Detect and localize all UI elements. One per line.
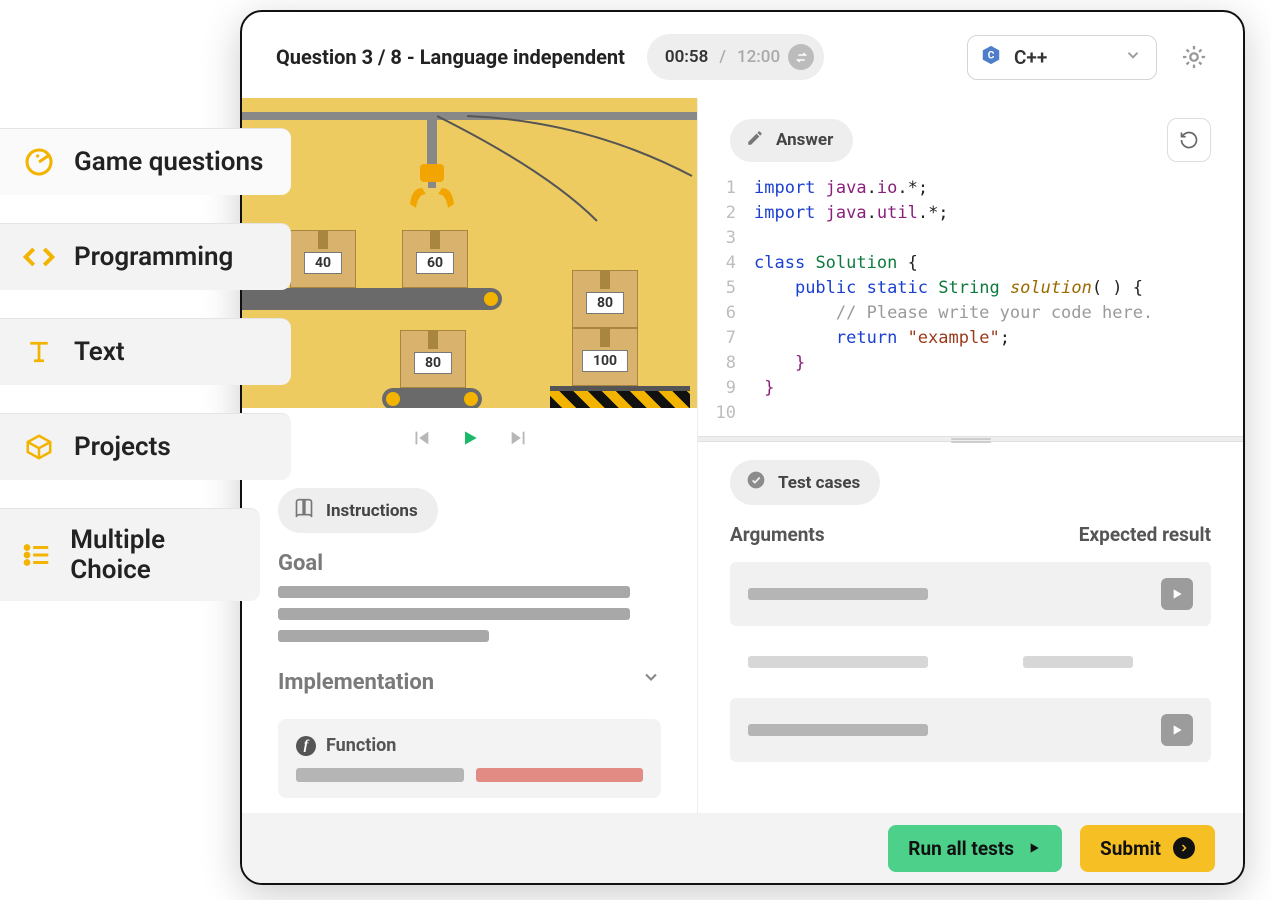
instructions-label: Instructions — [326, 501, 418, 521]
category-label: Projects — [74, 432, 171, 462]
code-editor[interactable]: 1import java.io.*;2import java.util.*;34… — [698, 170, 1243, 436]
submit-label: Submit — [1100, 837, 1161, 860]
timer[interactable]: 00:58 / 12:00 — [647, 34, 824, 80]
category-label: Game questions — [74, 147, 263, 177]
box: 80 — [572, 270, 638, 328]
question-label: Question 3 / 8 - Language independent — [276, 45, 625, 69]
skip-back-icon[interactable] — [410, 427, 432, 449]
category-game-questions[interactable]: Game questions — [0, 128, 291, 195]
submit-button[interactable]: Submit — [1080, 825, 1215, 872]
testcase-row[interactable] — [730, 698, 1211, 762]
category-label: Multiple Choice — [70, 525, 232, 585]
instructions-tab[interactable]: Instructions — [278, 488, 438, 533]
col-expected: Expected result — [1079, 523, 1211, 546]
category-multiple-choice[interactable]: Multiple Choice — [0, 508, 260, 601]
answer-label: Answer — [776, 130, 833, 150]
category-list: Game questions Programming Text Projects… — [0, 128, 291, 601]
run-all-tests-button[interactable]: Run all tests — [888, 825, 1062, 872]
function-icon: f — [296, 736, 316, 756]
timer-max: 12:00 — [737, 47, 780, 67]
swap-icon[interactable] — [788, 44, 814, 70]
run-testcase-button[interactable] — [1161, 714, 1193, 746]
book-icon — [294, 498, 314, 523]
play-icon[interactable] — [460, 428, 480, 448]
cpp-icon: C — [980, 44, 1002, 71]
check-circle-icon — [746, 470, 766, 495]
run-label: Run all tests — [908, 837, 1014, 860]
text-placeholder — [278, 586, 630, 598]
svg-text:C: C — [988, 50, 995, 61]
chevron-down-icon — [641, 667, 661, 691]
implementation-heading: Implementation — [278, 670, 434, 695]
text-placeholder — [278, 608, 630, 620]
text-placeholder — [278, 630, 489, 642]
timer-elapsed: 00:58 — [665, 47, 708, 67]
goal-heading: Goal — [278, 551, 661, 576]
timer-separator: / — [719, 47, 726, 67]
text-icon — [22, 335, 56, 369]
animation-controls — [242, 408, 697, 468]
text-placeholder — [1023, 656, 1133, 668]
skip-forward-icon[interactable] — [508, 427, 530, 449]
chevron-right-icon — [1173, 837, 1195, 859]
list-icon — [22, 538, 52, 572]
implementation-toggle[interactable]: Implementation — [278, 652, 661, 705]
testcases-tab[interactable]: Test cases — [730, 460, 880, 505]
pencil-icon — [746, 129, 764, 152]
app-header: Question 3 / 8 - Language independent 00… — [242, 12, 1243, 98]
left-pane: 40 60 80 80 100 Instructions Goal — [242, 98, 697, 813]
category-programming[interactable]: Programming — [0, 223, 291, 290]
box: 100 — [572, 328, 638, 386]
col-arguments: Arguments — [730, 523, 825, 546]
box-icon — [22, 430, 56, 464]
reset-button[interactable] — [1167, 118, 1211, 162]
app-footer: Run all tests Submit — [242, 813, 1243, 883]
box: 60 — [402, 230, 468, 288]
text-placeholder — [748, 724, 928, 736]
text-placeholder — [748, 656, 928, 668]
category-label: Programming — [74, 242, 233, 272]
chevron-down-icon — [1124, 46, 1142, 69]
testcases-label: Test cases — [778, 473, 860, 493]
pacman-icon — [22, 145, 56, 179]
testcase-row — [730, 640, 1211, 684]
testcase-row[interactable] — [730, 562, 1211, 626]
app-window: Question 3 / 8 - Language independent 00… — [240, 10, 1245, 885]
category-projects[interactable]: Projects — [0, 413, 291, 480]
code-icon — [22, 240, 56, 274]
language-label: C++ — [1014, 46, 1047, 69]
text-placeholder — [748, 588, 928, 600]
right-pane: Answer 1import java.io.*;2import java.ut… — [697, 98, 1243, 813]
category-text[interactable]: Text — [0, 318, 291, 385]
run-testcase-button[interactable] — [1161, 578, 1193, 610]
answer-tab[interactable]: Answer — [730, 119, 853, 162]
box: 40 — [290, 230, 356, 288]
language-select[interactable]: C C++ — [967, 35, 1157, 80]
box: 80 — [400, 330, 466, 388]
animation-canvas: 40 60 80 80 100 — [242, 98, 697, 408]
settings-button[interactable] — [1179, 42, 1209, 72]
category-label: Text — [74, 337, 125, 367]
function-heading: Function — [326, 735, 396, 756]
function-card: f Function — [278, 719, 661, 798]
crane-icon — [402, 164, 462, 224]
